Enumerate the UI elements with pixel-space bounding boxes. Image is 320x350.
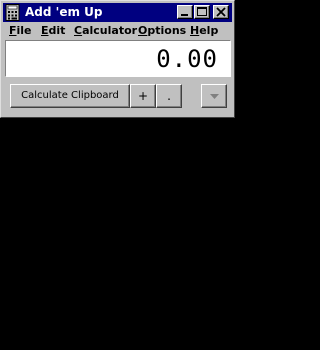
- minimize-button[interactable]: [177, 5, 193, 19]
- menu-options[interactable]: Options: [138, 23, 186, 39]
- calculator-icon[interactable]: [5, 4, 21, 21]
- plus-button[interactable]: +: [130, 84, 156, 108]
- decimal-button[interactable]: .: [156, 84, 182, 108]
- maximize-icon: [197, 7, 207, 16]
- close-icon: [216, 7, 226, 17]
- menu-file[interactable]: File: [9, 23, 32, 39]
- close-button[interactable]: [213, 5, 229, 19]
- maximize-button[interactable]: [194, 5, 210, 19]
- window-title: Add 'em Up: [25, 5, 103, 19]
- menu-bar: File Edit Calculator Options Help: [3, 23, 232, 39]
- button-toolbar: Calculate Clipboard + .: [3, 81, 232, 117]
- display-value: 0.00: [156, 45, 218, 73]
- menu-edit[interactable]: Edit: [41, 23, 65, 39]
- dropdown-button[interactable]: [201, 84, 227, 108]
- menu-help[interactable]: Help: [190, 23, 218, 39]
- minimize-icon: [181, 14, 188, 16]
- title-bar[interactable]: Add 'em Up: [3, 3, 232, 22]
- app-window: Add 'em Up File Edit Calculator Options …: [0, 0, 235, 118]
- calculate-clipboard-button[interactable]: Calculate Clipboard: [10, 84, 130, 108]
- menu-calculator[interactable]: Calculator: [74, 23, 137, 39]
- result-display: 0.00: [5, 40, 231, 77]
- chevron-down-icon: [210, 94, 219, 99]
